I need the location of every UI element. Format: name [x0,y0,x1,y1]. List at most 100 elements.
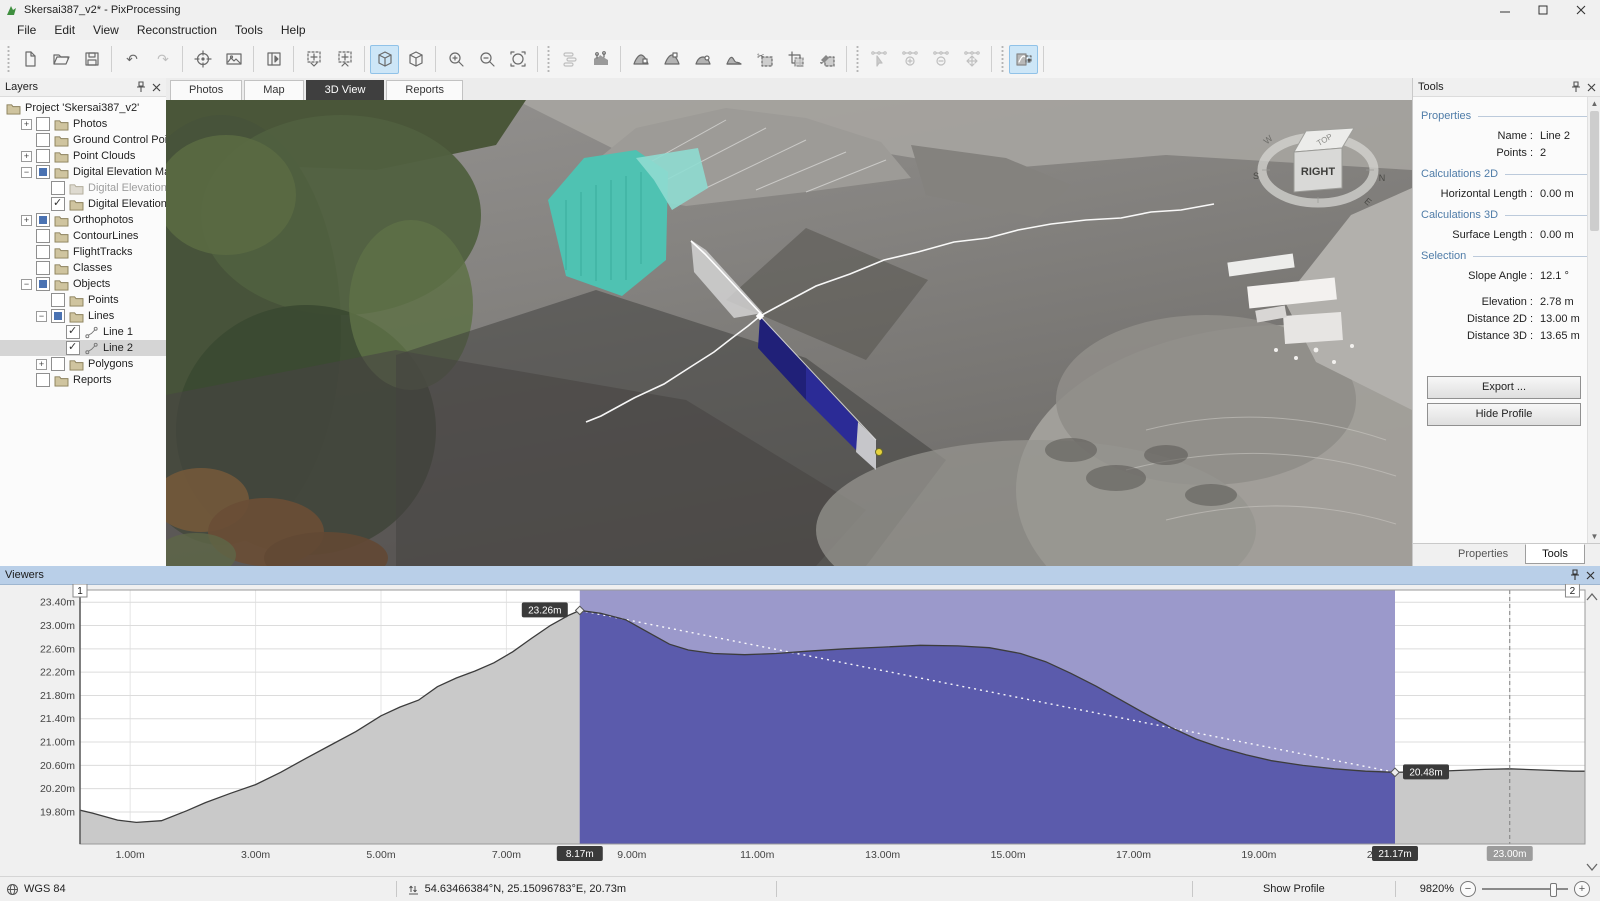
maximize-button[interactable] [1524,0,1562,20]
close-panel-icon[interactable] [1586,571,1595,580]
show-panel-button[interactable] [259,45,288,74]
tab-3d-view[interactable]: 3D View [306,80,385,100]
visibility-checkbox[interactable] [36,213,50,227]
menu-reconstruction[interactable]: Reconstruction [128,21,226,39]
toolbar-drag-handle[interactable] [545,46,551,72]
toolbar-drag-handle[interactable] [999,46,1005,72]
scrollbar-thumb[interactable] [1590,111,1599,231]
view-3d-wireframe-button[interactable] [401,45,430,74]
surface-lower-button[interactable] [657,45,686,74]
close-panel-icon[interactable] [1587,83,1596,92]
close-button[interactable] [1562,0,1600,20]
remove-vertex-button[interactable] [926,45,955,74]
save-project-button[interactable] [77,45,106,74]
redo-button[interactable]: ↷ [148,45,177,74]
layer-item-point-clouds[interactable]: +Point Clouds [0,148,166,164]
layer-item-line-1[interactable]: Line 1 [0,324,166,340]
crop-region-button[interactable] [781,45,810,74]
layer-item-lines[interactable]: −Lines [0,308,166,324]
layer-item-polygons[interactable]: +Polygons [0,356,166,372]
toolbar-drag-handle[interactable] [5,46,11,72]
layer-list-button[interactable] [555,45,584,74]
pin-icon[interactable] [1569,569,1580,581]
zoom-slider[interactable] [1482,888,1568,890]
view-3d-button[interactable] [370,45,399,74]
layer-item-digital-elevation-map-2[interactable]: Digital Elevation Map 2 [0,196,166,212]
tab-map[interactable]: Map [244,80,303,100]
surface-flatten-button[interactable] [688,45,717,74]
zoom-slider-thumb[interactable] [1550,883,1557,897]
scroll-up-icon[interactable]: ▲ [1588,97,1600,110]
recenter-button[interactable] [188,45,217,74]
add-vertex-button[interactable] [895,45,924,74]
elevation-profile-chart[interactable]: 19.80m20.20m20.60m21.00m21.40m21.80m22.2… [0,584,1600,876]
pin-icon[interactable] [135,81,146,93]
visibility-checkbox[interactable] [36,165,50,179]
visibility-checkbox[interactable] [36,149,50,163]
toolbar-drag-handle[interactable] [854,46,860,72]
cut-region-button[interactable]: ✂ [750,45,779,74]
layer-item-digital-elevation-maps[interactable]: −Digital Elevation Maps [0,164,166,180]
zoom-out-button[interactable]: − [1460,881,1476,897]
tab-photos[interactable]: Photos [170,80,242,100]
elevation-profile-button[interactable] [586,45,615,74]
expander-icon[interactable]: − [21,167,32,178]
visibility-checkbox[interactable] [36,277,50,291]
undo-button[interactable]: ↶ [117,45,146,74]
densify-up-button[interactable] [330,45,359,74]
visibility-checkbox[interactable] [36,133,50,147]
expander-icon[interactable]: + [21,215,32,226]
visibility-checkbox[interactable] [36,229,50,243]
move-vertex-button[interactable] [957,45,986,74]
visibility-checkbox[interactable] [66,341,80,355]
new-file-button[interactable] [15,45,44,74]
menu-tools[interactable]: Tools [226,21,272,39]
chart-scroll-up-icon[interactable] [1587,594,1597,600]
layer-item-points[interactable]: Points [0,292,166,308]
visibility-checkbox[interactable] [36,245,50,259]
layer-item-flighttracks[interactable]: FlightTracks [0,244,166,260]
profile-tool-button[interactable] [1009,45,1038,74]
visibility-checkbox[interactable] [51,293,65,307]
layer-item-photos[interactable]: +Photos [0,116,166,132]
visibility-checkbox[interactable] [66,325,80,339]
tab-reports[interactable]: Reports [386,80,463,100]
layer-item-objects[interactable]: −Objects [0,276,166,292]
layer-item-ground-control-points[interactable]: Ground Control Points [0,132,166,148]
menu-view[interactable]: View [84,21,128,39]
visibility-checkbox[interactable] [36,373,50,387]
close-panel-icon[interactable] [152,83,161,92]
zoom-extents-button[interactable] [503,45,532,74]
open-project-button[interactable] [46,45,75,74]
expander-icon[interactable]: + [36,359,47,370]
pin-icon[interactable] [1570,81,1581,93]
layer-item-reports[interactable]: Reports [0,372,166,388]
layer-item-project-skersai387-v2-[interactable]: Project 'Skersai387_v2' [0,100,166,116]
visibility-checkbox[interactable] [51,181,65,195]
layer-item-orthophotos[interactable]: +Orthophotos [0,212,166,228]
visibility-checkbox[interactable] [36,261,50,275]
profile-end-marker[interactable] [876,449,883,456]
visibility-checkbox[interactable] [36,117,50,131]
hide-profile-button[interactable]: Hide Profile [1427,403,1581,426]
expander-icon[interactable]: + [21,119,32,130]
layer-item-contourlines[interactable]: ContourLines [0,228,166,244]
expander-icon[interactable]: + [21,151,32,162]
zoom-out-button[interactable] [472,45,501,74]
3d-viewport[interactable]: TOP RIGHT S N E W [166,100,1412,566]
expander-icon[interactable]: − [36,311,47,322]
menu-file[interactable]: File [8,21,45,39]
layer-item-digital-elevation-map-1[interactable]: Digital Elevation Map 1 [0,180,166,196]
expander-icon[interactable]: − [21,279,32,290]
export-button[interactable]: Export ... [1427,376,1581,399]
tools-scrollbar[interactable]: ▲ ▼ [1587,97,1600,543]
visibility-checkbox[interactable] [51,309,65,323]
menu-edit[interactable]: Edit [45,21,84,39]
visibility-checkbox[interactable] [51,197,65,211]
select-vertices-button[interactable] [864,45,893,74]
chart-scroll-down-icon[interactable] [1587,864,1597,870]
menu-help[interactable]: Help [272,21,315,39]
minimize-button[interactable] [1486,0,1524,20]
show-profile-button[interactable]: Show Profile [1203,883,1385,895]
zoom-in-button[interactable]: + [1574,881,1590,897]
